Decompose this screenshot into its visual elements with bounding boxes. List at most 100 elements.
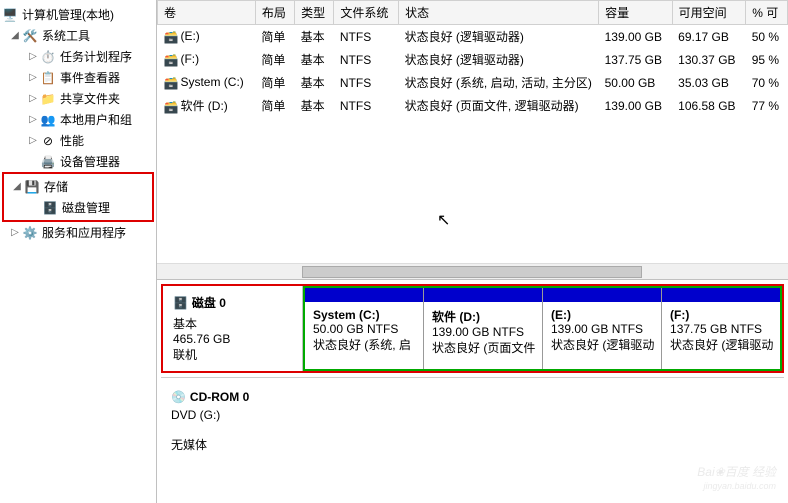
partition-info: 139.00 GB NTFS — [432, 325, 534, 339]
partition-bar — [424, 288, 542, 302]
collapse-icon[interactable]: ◢ — [12, 181, 22, 192]
partition-status: 状态良好 (逻辑驱动 — [670, 336, 772, 353]
volume-list: 卷 布局 类型 文件系统 状态 容量 可用空间 % 可 🗃️(E:)简单基本NT… — [157, 0, 788, 280]
cd-icon: 💿 — [171, 390, 186, 404]
storage-icon: 💾 — [24, 179, 40, 195]
tree-label: 服务和应用程序 — [42, 224, 126, 241]
partition-name: 软件 (D:) — [432, 308, 534, 325]
col-capacity[interactable]: 容量 — [599, 1, 673, 25]
col-free[interactable]: 可用空间 — [672, 1, 746, 25]
horizontal-scrollbar[interactable] — [157, 263, 788, 279]
partition[interactable]: (F:)137.75 GB NTFS状态良好 (逻辑驱动 — [662, 288, 780, 369]
col-type[interactable]: 类型 — [295, 1, 334, 25]
tree-label: 任务计划程序 — [60, 48, 132, 65]
tree-label: 存储 — [44, 178, 68, 195]
users-icon: 👥 — [40, 112, 56, 128]
tree-label: 磁盘管理 — [62, 199, 110, 216]
partition-bar — [305, 288, 423, 302]
col-status[interactable]: 状态 — [399, 1, 599, 25]
partition[interactable]: (E:)139.00 GB NTFS状态良好 (逻辑驱动 — [543, 288, 662, 369]
tree-performance[interactable]: ▷ ⊘ 性能 — [2, 130, 154, 151]
cdrom-row[interactable]: 💿 CD-ROM 0 DVD (G:) 无媒体 — [161, 377, 784, 461]
cdrom-sub: DVD (G:) — [171, 408, 291, 422]
drive-icon: 🗃️ — [163, 100, 177, 114]
table-row[interactable]: 🗃️(F:)简单基本NTFS状态良好 (逻辑驱动器)137.75 GB130.3… — [157, 48, 787, 71]
tree-local-users[interactable]: ▷ 👥 本地用户和组 — [2, 109, 154, 130]
tree-event-viewer[interactable]: ▷ 📋 事件查看器 — [2, 67, 154, 88]
highlight-storage: ◢ 💾 存储 ▷ 🗄️ 磁盘管理 — [2, 172, 154, 222]
disk-0-header: 🗄️ 磁盘 0 基本 465.76 GB 联机 — [163, 286, 303, 371]
scrollbar-thumb[interactable] — [302, 266, 642, 278]
expand-icon[interactable]: ▷ — [28, 114, 38, 125]
col-pct[interactable]: % 可 — [746, 1, 788, 25]
scheduler-icon: ⏱️ — [40, 49, 56, 65]
tree-label: 共享文件夹 — [60, 90, 120, 107]
disk-type: 基本 — [173, 315, 292, 332]
partition-bar — [543, 288, 661, 302]
nav-tree: 🖥️ 计算机管理(本地) ◢ 🛠️ 系统工具 ▷ ⏱️ 任务计划程序 ▷ 📋 事… — [0, 0, 157, 503]
tree-disk-management[interactable]: ▷ 🗄️ 磁盘管理 — [4, 197, 152, 218]
disk-size: 465.76 GB — [173, 332, 292, 346]
device-icon: 🖨️ — [40, 154, 56, 170]
partition-name: (E:) — [551, 308, 653, 322]
collapse-icon[interactable]: ◢ — [10, 30, 20, 41]
partition-name: System (C:) — [313, 308, 415, 322]
tree-services[interactable]: ▷ ⚙️ 服务和应用程序 — [2, 222, 154, 243]
cdrom-header: 💿 CD-ROM 0 DVD (G:) 无媒体 — [161, 382, 301, 461]
tree-label: 设备管理器 — [60, 153, 120, 170]
tree-root[interactable]: 🖥️ 计算机管理(本地) — [2, 4, 154, 25]
tree-device-manager[interactable]: ▷ 🖨️ 设备管理器 — [2, 151, 154, 172]
volume-table[interactable]: 卷 布局 类型 文件系统 状态 容量 可用空间 % 可 🗃️(E:)简单基本NT… — [157, 0, 788, 117]
expand-icon[interactable]: ▷ — [28, 51, 38, 62]
drive-icon: 🗃️ — [163, 30, 177, 44]
expand-icon[interactable]: ▷ — [28, 93, 38, 104]
partition-bar — [662, 288, 780, 302]
tools-icon: 🛠️ — [22, 28, 38, 44]
cursor-icon: ↖ — [437, 210, 450, 230]
partition[interactable]: System (C:)50.00 GB NTFS状态良好 (系统, 启 — [305, 288, 424, 369]
disk-icon: 🗄️ — [173, 296, 188, 310]
disk-status: 联机 — [173, 346, 292, 363]
expand-icon[interactable]: ▷ — [28, 135, 38, 146]
computer-icon: 🖥️ — [2, 7, 18, 23]
tree-shared-folders[interactable]: ▷ 📁 共享文件夹 — [2, 88, 154, 109]
drive-icon: 🗃️ — [163, 53, 177, 67]
disk-0-row[interactable]: 🗄️ 磁盘 0 基本 465.76 GB 联机 System (C:)50.00 … — [161, 284, 784, 373]
partition-status: 状态良好 (系统, 启 — [313, 336, 415, 353]
partition-name: (F:) — [670, 308, 772, 322]
expand-icon[interactable]: ▷ — [28, 72, 38, 83]
col-volume[interactable]: 卷 — [157, 1, 255, 25]
share-icon: 📁 — [40, 91, 56, 107]
partition-status: 状态良好 (逻辑驱动 — [551, 336, 653, 353]
tree-label: 系统工具 — [42, 27, 90, 44]
table-row[interactable]: 🗃️(E:)简单基本NTFS状态良好 (逻辑驱动器)139.00 GB69.17… — [157, 25, 787, 49]
tree-label: 本地用户和组 — [60, 111, 132, 128]
main-content: 卷 布局 类型 文件系统 状态 容量 可用空间 % 可 🗃️(E:)简单基本NT… — [157, 0, 788, 503]
table-row[interactable]: 🗃️软件 (D:)简单基本NTFS状态良好 (页面文件, 逻辑驱动器)139.0… — [157, 94, 787, 117]
partition-info: 139.00 GB NTFS — [551, 322, 653, 336]
drive-icon: 🗃️ — [163, 76, 177, 90]
cdrom-title: CD-ROM 0 — [190, 390, 249, 404]
partition-status: 状态良好 (页面文件 — [432, 339, 534, 356]
partition-info: 137.75 GB NTFS — [670, 322, 772, 336]
tree-label: 性能 — [60, 132, 84, 149]
tree-label: 事件查看器 — [60, 69, 120, 86]
cdrom-status: 无媒体 — [171, 436, 291, 453]
tree-storage[interactable]: ◢ 💾 存储 — [4, 176, 152, 197]
event-icon: 📋 — [40, 70, 56, 86]
disk-title: 磁盘 0 — [192, 294, 226, 311]
tree-label: 计算机管理(本地) — [22, 6, 114, 23]
col-layout[interactable]: 布局 — [255, 1, 294, 25]
partition-info: 50.00 GB NTFS — [313, 322, 415, 336]
col-fs[interactable]: 文件系统 — [334, 1, 399, 25]
perf-icon: ⊘ — [40, 133, 56, 149]
disk-icon: 🗄️ — [42, 200, 58, 216]
services-icon: ⚙️ — [22, 225, 38, 241]
tree-system-tools[interactable]: ◢ 🛠️ 系统工具 — [2, 25, 154, 46]
table-row[interactable]: 🗃️System (C:)简单基本NTFS状态良好 (系统, 启动, 活动, 主… — [157, 71, 787, 94]
disk-graphical-view: 🗄️ 磁盘 0 基本 465.76 GB 联机 System (C:)50.00 … — [157, 280, 788, 503]
partition[interactable]: 软件 (D:)139.00 GB NTFS状态良好 (页面文件 — [424, 288, 543, 369]
partitions-container: System (C:)50.00 GB NTFS状态良好 (系统, 启软件 (D… — [303, 286, 782, 371]
tree-task-scheduler[interactable]: ▷ ⏱️ 任务计划程序 — [2, 46, 154, 67]
expand-icon[interactable]: ▷ — [10, 227, 20, 238]
